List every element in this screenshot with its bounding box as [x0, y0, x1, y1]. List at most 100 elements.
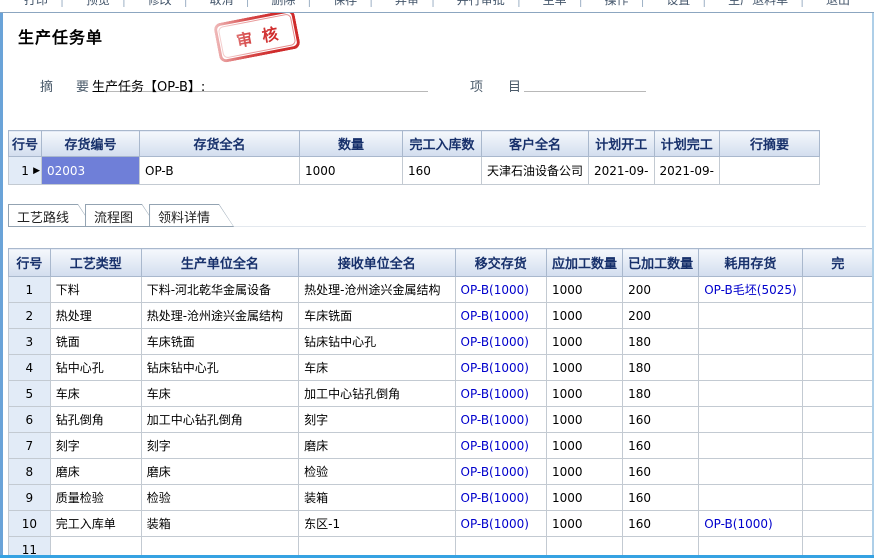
transfer-inventory-link[interactable]: OP-B(1000): [455, 355, 547, 381]
producer-unit-cell[interactable]: 车床铣面: [141, 329, 298, 355]
consumed-inventory-link[interactable]: [699, 407, 802, 433]
plan-start-cell[interactable]: 2021-09-: [589, 157, 654, 185]
receiver-unit-cell[interactable]: 检验: [299, 459, 455, 485]
done-process-qty-cell[interactable]: 180: [623, 329, 699, 355]
summary-input[interactable]: 生产任务【OP-B】:: [92, 74, 428, 92]
transfer-inventory-link[interactable]: OP-B(1000): [455, 459, 547, 485]
receiver-unit-cell[interactable]: 刻字: [299, 407, 455, 433]
process-type-cell[interactable]: 磨床: [50, 459, 141, 485]
done-process-qty-cell[interactable]: 160: [623, 459, 699, 485]
inventory-code-cell[interactable]: 02003: [42, 157, 140, 185]
transfer-inventory-link[interactable]: OP-B(1000): [455, 407, 547, 433]
consumed-inventory-link[interactable]: [699, 329, 802, 355]
col-header-transfer-inventory: 移交存货: [455, 249, 547, 277]
consumed-inventory-link[interactable]: [699, 381, 802, 407]
producer-unit-cell[interactable]: 热处理-沧州途兴金属结构: [141, 303, 298, 329]
producer-unit-cell[interactable]: 检验: [141, 485, 298, 511]
consumed-inventory-link[interactable]: [699, 355, 802, 381]
producer-unit-cell[interactable]: 下料-河北乾华金属设备: [141, 277, 298, 303]
done-process-qty-cell[interactable]: 200: [623, 277, 699, 303]
transfer-inventory-link[interactable]: OP-B(1000): [455, 485, 547, 511]
consumed-inventory-link[interactable]: OP-B毛坯(5025): [699, 277, 802, 303]
summary-label: 要: [76, 76, 89, 95]
receiver-unit-cell[interactable]: 加工中心钻孔倒角: [299, 381, 455, 407]
toolbar-menu-item[interactable]: 取消: [203, 0, 255, 7]
receiver-unit-cell[interactable]: 车床铣面: [299, 303, 455, 329]
done-process-qty-cell[interactable]: 200: [623, 303, 699, 329]
quantity-cell[interactable]: 1000: [300, 157, 403, 185]
transfer-inventory-link[interactable]: OP-B(1000): [455, 277, 547, 303]
toolbar-menu-item[interactable]: 打印: [18, 0, 70, 7]
receiver-unit-cell[interactable]: 钻床钻中心孔: [299, 329, 455, 355]
transfer-inventory-link[interactable]: OP-B(1000): [455, 433, 547, 459]
tab-flow-chart[interactable]: 流程图: [85, 204, 157, 227]
toolbar-menu-item[interactable]: 生单: [537, 0, 589, 7]
plan-process-qty-cell[interactable]: 1000: [547, 433, 623, 459]
row-memo-cell[interactable]: [719, 157, 819, 185]
plan-process-qty-cell[interactable]: 1000: [547, 277, 623, 303]
plan-process-qty-cell[interactable]: 1000: [547, 407, 623, 433]
consumed-inventory-link[interactable]: [699, 433, 802, 459]
process-type-cell[interactable]: 质量检验: [50, 485, 141, 511]
plan-process-qty-cell[interactable]: 1000: [547, 303, 623, 329]
plan-process-qty-cell[interactable]: 1000: [547, 381, 623, 407]
process-table-row: 10 完工入库单 装箱 东区-1 OP-B(1000) 1000 160 OP-…: [9, 511, 874, 537]
process-type-cell[interactable]: 热处理: [50, 303, 141, 329]
transfer-inventory-link[interactable]: OP-B(1000): [455, 329, 547, 355]
toolbar-menu-item[interactable]: 修改: [142, 0, 194, 7]
process-table-row: 1 下料 下料-河北乾华金属设备 热处理-沧州途兴金属结构 OP-B(1000)…: [9, 277, 874, 303]
plan-process-qty-cell[interactable]: 1000: [547, 355, 623, 381]
done-process-qty-cell[interactable]: 160: [623, 433, 699, 459]
plan-process-qty-cell[interactable]: 1000: [547, 511, 623, 537]
receiver-unit-cell[interactable]: 热处理-沧州途兴金属结构: [299, 277, 455, 303]
process-type-cell[interactable]: 刻字: [50, 433, 141, 459]
transfer-inventory-link[interactable]: OP-B(1000): [455, 381, 547, 407]
toolbar-menu-item[interactable]: 生产退料单: [722, 0, 810, 7]
plan-process-qty-cell[interactable]: 1000: [547, 485, 623, 511]
toolbar-menu-item[interactable]: 弃审: [389, 0, 441, 7]
finished-in-qty-cell[interactable]: 160: [403, 157, 482, 185]
receiver-unit-cell[interactable]: 磨床: [299, 433, 455, 459]
done-process-qty-cell[interactable]: 160: [623, 407, 699, 433]
toolbar-menu-item[interactable]: 预览: [80, 0, 132, 7]
consumed-inventory-link[interactable]: [699, 459, 802, 485]
tab-material-detail[interactable]: 领料详情: [149, 204, 234, 227]
tab-process-route[interactable]: 工艺路线: [8, 204, 93, 227]
consumed-inventory-link[interactable]: [699, 485, 802, 511]
producer-unit-cell[interactable]: 钻床钻中心孔: [141, 355, 298, 381]
project-input[interactable]: [524, 74, 646, 92]
receiver-unit-cell[interactable]: 车床: [299, 355, 455, 381]
toolbar-menu-item[interactable]: 设置: [660, 0, 712, 7]
done-process-qty-cell[interactable]: 160: [623, 485, 699, 511]
done-process-qty-cell[interactable]: 180: [623, 355, 699, 381]
process-type-cell[interactable]: 钻中心孔: [50, 355, 141, 381]
done-process-qty-cell[interactable]: 180: [623, 381, 699, 407]
toolbar-menu-item[interactable]: 退出: [820, 0, 856, 7]
process-type-cell[interactable]: 车床: [50, 381, 141, 407]
transfer-inventory-link[interactable]: OP-B(1000): [455, 303, 547, 329]
process-type-cell[interactable]: 下料: [50, 277, 141, 303]
plan-process-qty-cell[interactable]: 1000: [547, 329, 623, 355]
receiver-unit-cell[interactable]: 东区-1: [299, 511, 455, 537]
consumed-inventory-link[interactable]: OP-B(1000): [699, 511, 802, 537]
producer-unit-cell[interactable]: 磨床: [141, 459, 298, 485]
toolbar-menu-item[interactable]: 操作: [598, 0, 650, 7]
toolbar-menu-item[interactable]: 删除: [265, 0, 317, 7]
producer-unit-cell[interactable]: 车床: [141, 381, 298, 407]
receiver-unit-cell[interactable]: 装箱: [299, 485, 455, 511]
done-process-qty-cell[interactable]: 160: [623, 511, 699, 537]
toolbar-menu-item[interactable]: 保存: [327, 0, 379, 7]
toolbar-menu-item[interactable]: 并行审批: [451, 0, 527, 7]
plan-finish-cell[interactable]: 2021-09-: [654, 157, 719, 185]
process-type-cell[interactable]: 钻孔倒角: [50, 407, 141, 433]
consumed-inventory-link[interactable]: [699, 303, 802, 329]
plan-process-qty-cell[interactable]: 1000: [547, 459, 623, 485]
customer-name-cell[interactable]: 天津石油设备公司: [482, 157, 589, 185]
process-type-cell[interactable]: 铣面: [50, 329, 141, 355]
process-type-cell[interactable]: 完工入库单: [50, 511, 141, 537]
transfer-inventory-link[interactable]: OP-B(1000): [455, 511, 547, 537]
inventory-name-cell[interactable]: OP-B: [140, 157, 300, 185]
producer-unit-cell[interactable]: 加工中心钻孔倒角: [141, 407, 298, 433]
producer-unit-cell[interactable]: 装箱: [141, 511, 298, 537]
producer-unit-cell[interactable]: 刻字: [141, 433, 298, 459]
